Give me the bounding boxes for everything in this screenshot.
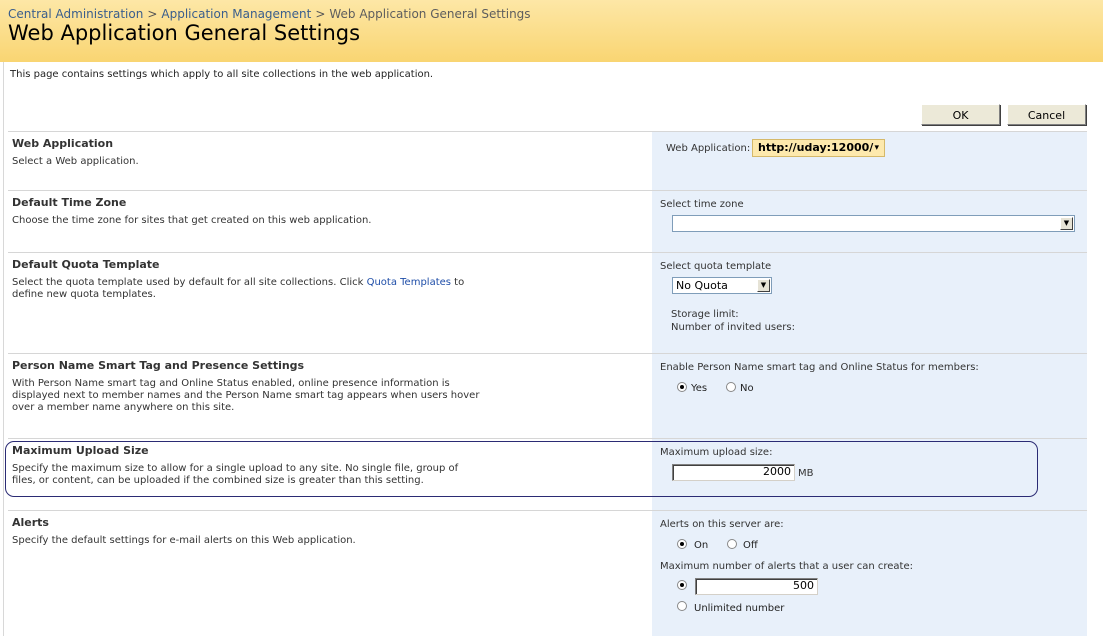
upload-size-label: Maximum upload size: bbox=[660, 447, 773, 458]
breadcrumb: Central Administration > Application Manag… bbox=[8, 7, 531, 21]
storage-limit-label: Storage limit: bbox=[671, 309, 739, 320]
person-name-no-label: No bbox=[740, 383, 754, 394]
section-desc-time-zone: Choose the time zone for sites that get … bbox=[12, 215, 372, 226]
time-zone-select[interactable]: ▼ bbox=[672, 215, 1075, 232]
breadcrumb-separator: > bbox=[147, 7, 158, 21]
quota-template-value: No Quota bbox=[676, 279, 728, 292]
invited-users-label: Number of invited users: bbox=[671, 322, 795, 333]
section-divider bbox=[8, 353, 1087, 354]
page-description: This page contains settings which apply … bbox=[10, 69, 434, 80]
web-application-label: Web Application: bbox=[666, 143, 751, 154]
section-divider bbox=[8, 438, 1087, 439]
section-title-alerts: Alerts bbox=[12, 516, 49, 529]
person-name-no-radio[interactable] bbox=[726, 382, 736, 392]
alerts-max-input[interactable]: 500 bbox=[695, 578, 818, 595]
page-header: Central Administration > Application Manag… bbox=[0, 0, 1103, 62]
ok-button[interactable]: OK bbox=[921, 104, 1000, 125]
section-desc-web-application: Select a Web application. bbox=[12, 156, 139, 167]
alerts-max-radio[interactable] bbox=[677, 580, 687, 590]
alerts-unlimited-label: Unlimited number bbox=[694, 603, 785, 614]
alerts-on-radio[interactable] bbox=[677, 539, 687, 549]
section-title-quota: Default Quota Template bbox=[12, 258, 160, 271]
breadcrumb-current: Web Application General Settings bbox=[329, 7, 531, 21]
alerts-off-label: Off bbox=[743, 540, 758, 551]
section-divider bbox=[8, 190, 1087, 191]
person-name-label: Enable Person Name smart tag and Online … bbox=[660, 362, 979, 373]
quota-template-select[interactable]: No Quota ▼ bbox=[672, 277, 772, 294]
section-title-upload: Maximum Upload Size bbox=[12, 444, 149, 457]
web-application-selector[interactable]: http://uday:12000/ ▾ bbox=[752, 139, 885, 157]
time-zone-label: Select time zone bbox=[660, 199, 744, 210]
section-title-person-name: Person Name Smart Tag and Presence Setti… bbox=[12, 359, 305, 372]
section-desc-person-name: With Person Name smart tag and Online St… bbox=[12, 378, 480, 413]
left-border bbox=[3, 62, 4, 636]
dropdown-arrow-icon[interactable]: ▼ bbox=[757, 279, 770, 292]
dropdown-arrow-icon: ▾ bbox=[874, 143, 879, 153]
quota-template-label: Select quota template bbox=[660, 261, 772, 272]
cancel-button[interactable]: Cancel bbox=[1007, 104, 1086, 125]
section-desc-upload: Specify the maximum size to allow for a … bbox=[12, 463, 459, 486]
alerts-unlimited-radio[interactable] bbox=[677, 601, 687, 611]
breadcrumb-separator: > bbox=[315, 7, 326, 21]
upload-size-input[interactable]: 2000 bbox=[672, 464, 795, 481]
person-name-yes-label: Yes bbox=[691, 383, 708, 394]
section-divider bbox=[8, 252, 1087, 253]
alerts-label: Alerts on this server are: bbox=[660, 519, 784, 530]
alerts-max-label: Maximum number of alerts that a user can… bbox=[660, 561, 913, 572]
web-application-value: http://uday:12000/ bbox=[758, 141, 874, 154]
section-title-web-application: Web Application bbox=[12, 137, 114, 150]
section-title-time-zone: Default Time Zone bbox=[12, 196, 127, 209]
section-desc-alerts: Specify the default settings for e-mail … bbox=[12, 535, 356, 546]
section-divider bbox=[8, 131, 1087, 132]
dropdown-arrow-icon[interactable]: ▼ bbox=[1060, 217, 1073, 230]
alerts-on-label: On bbox=[694, 540, 709, 551]
upload-size-unit: MB bbox=[798, 468, 814, 479]
quota-templates-link[interactable]: Quota Templates bbox=[367, 277, 451, 288]
section-divider bbox=[8, 510, 1087, 511]
person-name-yes-radio[interactable] bbox=[677, 382, 687, 392]
breadcrumb-central-admin[interactable]: Central Administration bbox=[8, 7, 143, 21]
alerts-off-radio[interactable] bbox=[727, 539, 737, 549]
page-title: Web Application General Settings bbox=[8, 21, 361, 45]
section-desc-quota: Select the quota template used by defaul… bbox=[12, 277, 482, 301]
breadcrumb-app-management[interactable]: Application Management bbox=[161, 7, 311, 21]
quota-desc-text: Select the quota template used by defaul… bbox=[12, 277, 367, 288]
